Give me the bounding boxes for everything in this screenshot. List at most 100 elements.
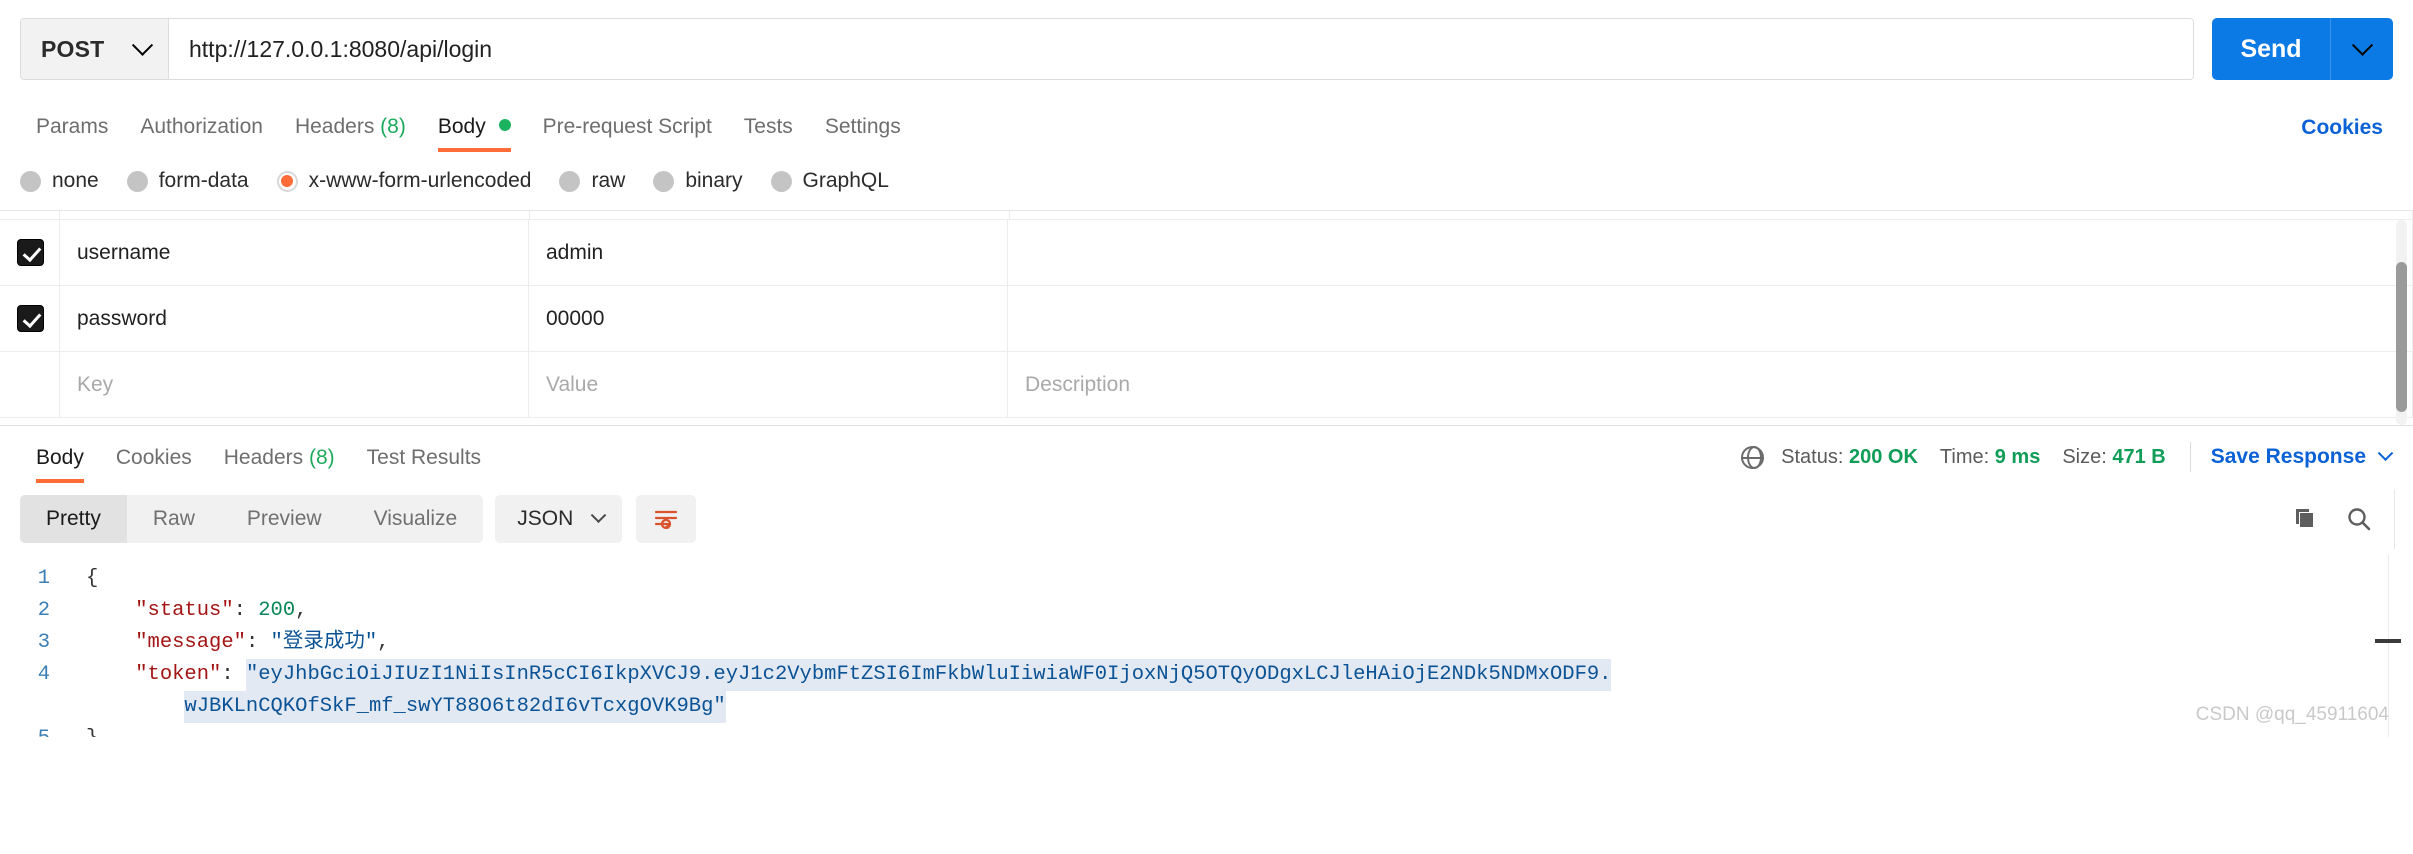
checkbox-checked-icon[interactable] — [16, 305, 44, 332]
http-method-select[interactable]: POST — [21, 19, 169, 79]
tab-pre-request-script[interactable]: Pre-request Script — [527, 115, 728, 152]
body-type-raw[interactable]: raw — [559, 169, 625, 193]
json-key: "status" — [135, 599, 234, 622]
header-cell-value — [530, 211, 1010, 219]
table-scrollbar[interactable] — [2396, 220, 2407, 425]
code-line: 5 } — [0, 723, 2413, 737]
checkbox-checked-icon[interactable] — [16, 239, 44, 266]
view-mode-raw[interactable]: Raw — [127, 495, 221, 543]
body-type-label: form-data — [158, 169, 249, 192]
row-key-cell[interactable]: username — [59, 220, 529, 285]
tab-label: Test Results — [366, 446, 482, 469]
request-url-input[interactable]: http://127.0.0.1:8080/api/login — [169, 19, 2193, 79]
row-checkbox-cell[interactable] — [0, 286, 60, 351]
radio-icon — [559, 170, 581, 192]
body-type-graphql[interactable]: GraphQL — [770, 169, 889, 193]
status-badge: Status: 200 OK — [1781, 446, 1918, 469]
line-number: 1 — [37, 567, 50, 590]
response-format-select[interactable]: JSON — [495, 495, 623, 543]
search-button[interactable] — [2345, 505, 2373, 533]
radio-icon — [653, 170, 675, 192]
copy-icon — [2296, 509, 2313, 527]
time-value: 9 ms — [1994, 445, 2041, 468]
response-body-viewer[interactable]: 1 { 2 "status" : 200 , 3 "message" : "登录… — [0, 555, 2413, 737]
cookies-link[interactable]: Cookies — [2301, 116, 2383, 140]
divider — [2394, 489, 2395, 549]
line-number: 3 — [37, 631, 50, 654]
body-type-binary[interactable]: binary — [653, 169, 743, 193]
response-tab-body[interactable]: Body — [20, 446, 100, 483]
code-line: 4 "token" : "eyJhbGciOiJIUzI1NiIsInR5cCI… — [0, 659, 2413, 691]
tab-label: Settings — [824, 115, 901, 138]
copy-button[interactable] — [2289, 505, 2317, 533]
row-checkbox-cell[interactable] — [0, 220, 60, 285]
send-button[interactable]: Send — [2212, 18, 2330, 80]
code-line: 2 "status" : 200 , — [0, 595, 2413, 627]
body-type-label: binary — [685, 169, 743, 192]
radio-icon — [770, 170, 792, 192]
response-tab-cookies[interactable]: Cookies — [100, 446, 208, 483]
status-label: Status: — [1781, 445, 1844, 468]
size-badge: Size: 471 B — [2062, 446, 2165, 469]
body-type-x-www-form-urlencoded[interactable]: x-www-form-urlencoded — [276, 169, 532, 193]
line-number: 5 — [0, 723, 72, 737]
view-mode-preview[interactable]: Preview — [221, 495, 348, 543]
http-method-label: POST — [41, 35, 105, 62]
json-string: "登录成功" — [270, 631, 378, 654]
chevron-down-icon — [2377, 444, 2394, 461]
code-text: { — [86, 567, 99, 590]
save-response-button[interactable]: Save Response — [2211, 444, 2394, 469]
row-value-cell[interactable]: 00000 — [528, 286, 1008, 351]
status-value: 200 OK — [1848, 445, 1918, 468]
row-description-cell[interactable] — [1007, 220, 2413, 285]
tab-authorization[interactable]: Authorization — [124, 115, 279, 152]
tab-body[interactable]: Body — [422, 115, 527, 152]
table-row-empty[interactable]: Key Value Description — [0, 352, 2413, 418]
tab-tests[interactable]: Tests — [728, 115, 809, 152]
tab-settings[interactable]: Settings — [809, 115, 917, 152]
row-key-cell[interactable]: password — [59, 286, 529, 351]
body-type-label: x-www-form-urlencoded — [308, 169, 532, 192]
header-cell-description — [1010, 211, 2413, 219]
row-description-cell[interactable] — [1007, 286, 2413, 351]
wrap-lines-button[interactable] — [636, 495, 697, 543]
code-line: 1 { — [0, 563, 2413, 595]
response-view-toolbar: Pretty Raw Preview Visualize JSON — [0, 483, 2413, 555]
request-tab-bar: Params Authorization Headers (8) Body Pr… — [0, 96, 2413, 152]
globe-icon[interactable] — [1741, 445, 1765, 469]
response-tab-headers[interactable]: Headers (8) — [208, 446, 351, 483]
watermark: CSDN @qq_45911604 — [2195, 704, 2389, 725]
code-line-continuation: wJBKLnCQKOfSkF_mf_swYT88O6t82dI6vTcxgOVK… — [0, 691, 2413, 723]
table-row[interactable]: username admin — [0, 220, 2413, 286]
json-punct: : — [221, 663, 246, 686]
new-value-input[interactable]: Value — [528, 352, 1008, 417]
line-number: 2 — [37, 599, 50, 622]
body-present-dot-icon — [498, 119, 511, 131]
view-mode-pretty[interactable]: Pretty — [20, 495, 127, 543]
tab-headers[interactable]: Headers (8) — [279, 115, 422, 152]
new-description-input[interactable]: Description — [1007, 352, 2413, 417]
new-key-input[interactable]: Key — [59, 352, 529, 417]
table-row[interactable]: password 00000 — [0, 286, 2413, 352]
view-mode-visualize[interactable]: Visualize — [348, 495, 484, 543]
tab-params[interactable]: Params — [20, 115, 124, 152]
chevron-down-icon — [131, 34, 154, 56]
body-params-table: username admin password 00000 Key Value … — [0, 210, 2413, 425]
send-options-button[interactable] — [2330, 18, 2393, 80]
json-punct: , — [295, 599, 308, 622]
response-tab-test-results[interactable]: Test Results — [351, 446, 497, 483]
row-value-cell[interactable]: admin — [528, 220, 1008, 285]
body-type-none[interactable]: none — [20, 169, 99, 193]
size-label: Size: — [2062, 445, 2107, 468]
table-scrollbar-thumb[interactable] — [2396, 262, 2407, 412]
code-scrollbar-thumb[interactable] — [2375, 639, 2401, 643]
tab-count: (8) — [308, 446, 335, 469]
json-key: "message" — [135, 631, 246, 654]
tab-label: Cookies — [115, 446, 192, 469]
row-checkbox-cell — [0, 352, 60, 417]
request-url-bar: POST http://127.0.0.1:8080/api/login Sen… — [0, 0, 2413, 96]
method-url-group: POST http://127.0.0.1:8080/api/login — [20, 18, 2194, 80]
chevron-down-icon — [590, 506, 607, 523]
body-type-label: GraphQL — [802, 169, 889, 192]
body-type-form-data[interactable]: form-data — [126, 169, 249, 193]
